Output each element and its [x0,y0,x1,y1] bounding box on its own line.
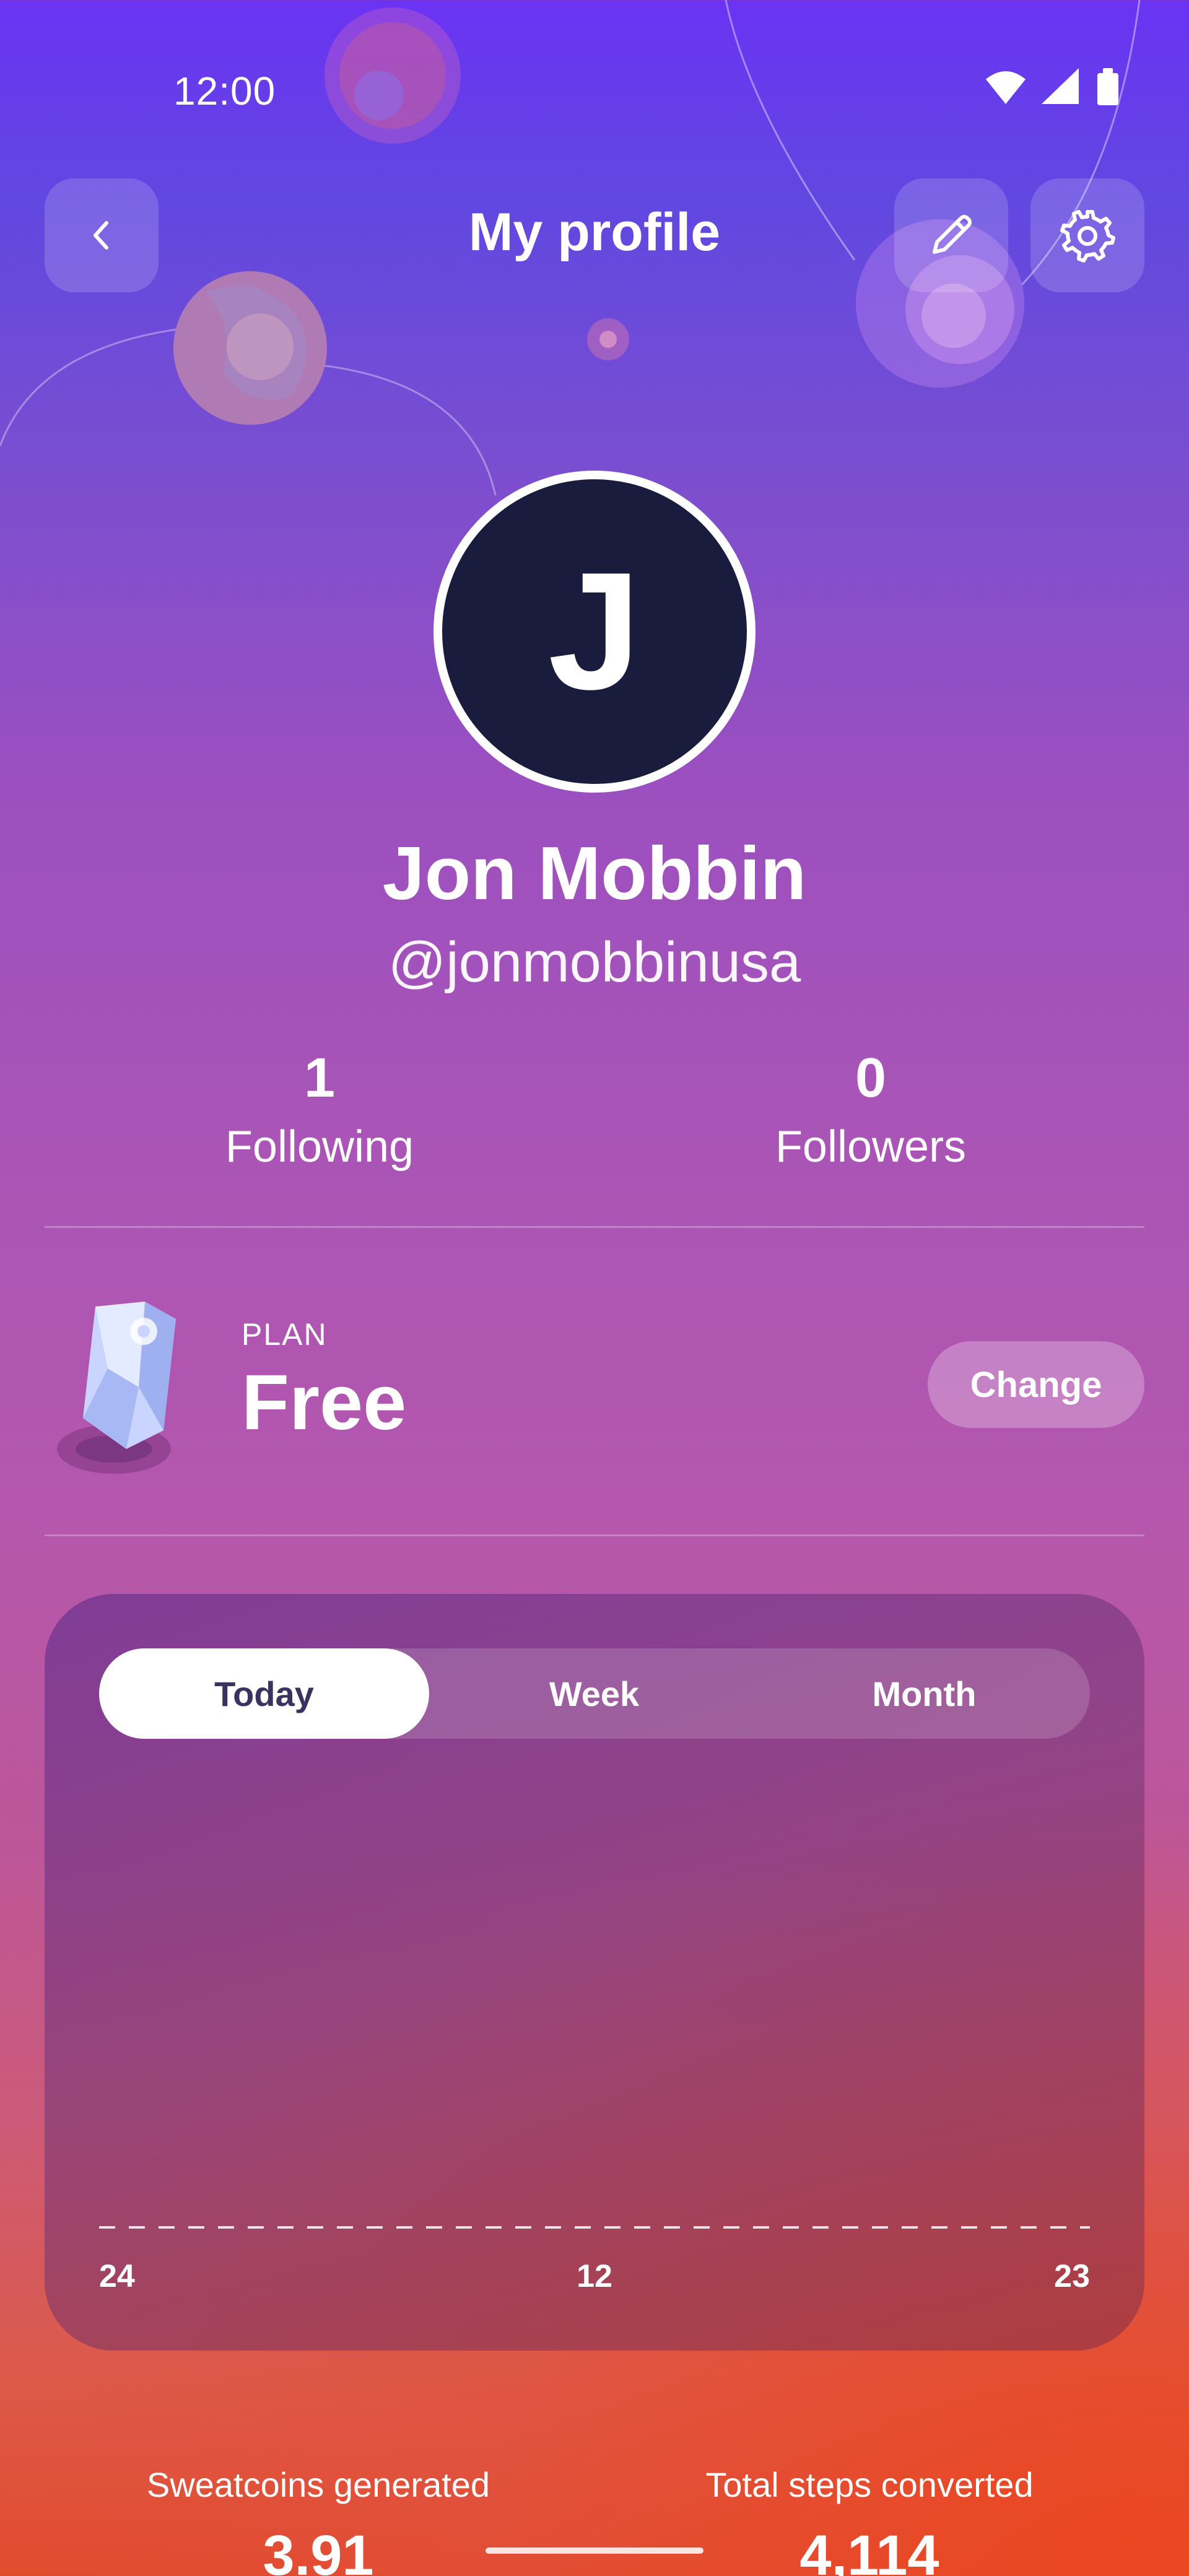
settings-button[interactable] [1030,178,1144,292]
divider [45,1226,1144,1228]
tab-today[interactable]: Today [99,1648,429,1739]
wifi-icon [986,71,1026,104]
battery-icon [1097,68,1118,105]
signal-icon [1042,68,1079,104]
followers-stat[interactable]: 0 Followers [654,1046,1087,1172]
steps-stat: Total steps converted 4,114 [591,2465,1148,2576]
plan-value: Free [242,1359,407,1446]
period-segmented-control: Today Week Month [99,1648,1090,1739]
divider [45,1534,1144,1536]
steps-label: Total steps converted [705,2465,1034,2504]
status-time: 12:00 [173,69,276,113]
chart-tick-label: 12 [577,2258,612,2294]
user-name: Jon Mobbin [382,831,807,915]
followers-count: 0 [855,1047,887,1109]
pencil-icon [933,215,972,254]
tab-week[interactable]: Week [429,1648,759,1739]
home-indicator[interactable] [486,2548,703,2554]
edit-profile-button[interactable] [894,178,1008,292]
chart-tick-label: 23 [1054,2258,1090,2294]
chart-baseline [99,2226,1090,2229]
followers-label: Followers [775,1122,967,1172]
crystal-icon [57,1302,176,1474]
status-icons [986,68,1118,105]
avatar[interactable]: J [433,471,756,793]
following-stat[interactable]: 1 Following [103,1046,536,1172]
change-plan-button[interactable]: Change [928,1341,1144,1428]
sweatcoins-stat: Sweatcoins generated 3.91 [40,2465,597,2576]
activity-chart-card: Today Week Month 24 12 23 [45,1594,1144,2351]
gear-icon [1060,210,1115,263]
tab-month[interactable]: Month [759,1648,1089,1739]
sweatcoins-label: Sweatcoins generated [146,2465,490,2504]
plan-label: PLAN [242,1317,328,1352]
page-title: My profile [468,202,721,262]
following-count: 1 [303,1047,336,1109]
following-label: Following [225,1122,414,1172]
user-handle: @jonmobbinusa [388,931,801,994]
